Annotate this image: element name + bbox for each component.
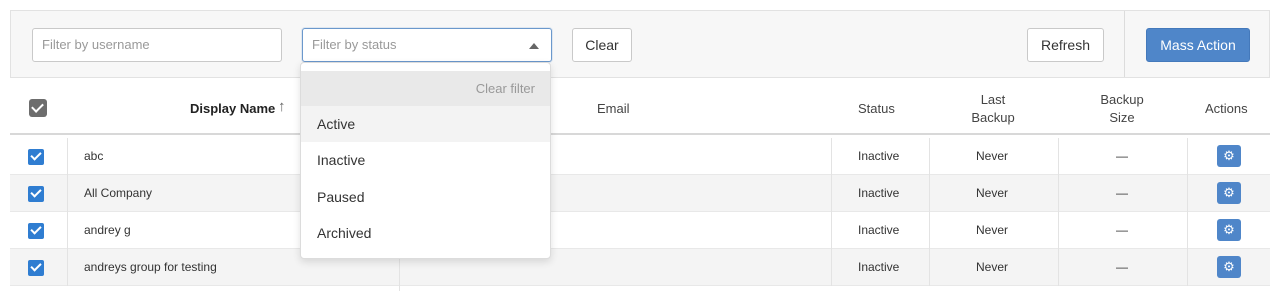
row-status: Inactive [858,260,900,274]
table-row[interactable]: andrey g Inactive Never — ⚙ [10,212,1270,249]
column-status[interactable]: Status [858,101,895,116]
row-last-backup: Never [976,149,1009,163]
row-display-name: andreys group for testing [84,260,217,274]
refresh-button[interactable]: Refresh [1027,28,1104,62]
sort-ascending-icon[interactable]: ↑ [278,98,286,115]
row-last-backup: Never [976,186,1009,200]
status-filter-placeholder: Filter by status [312,37,397,52]
row-checkbox[interactable] [28,186,44,202]
gear-icon: ⚙ [1223,148,1235,163]
row-display-name: andrey g [84,223,131,237]
username-filter-input[interactable]: Filter by username [32,28,282,62]
status-option-archived[interactable]: Archived [301,215,550,251]
row-status: Inactive [858,186,900,200]
status-option-inactive[interactable]: Inactive [301,142,550,178]
row-checkbox[interactable] [28,149,44,165]
row-display-name: All Company [84,186,153,200]
row-last-backup: Never [976,260,1009,274]
clear-filter-option[interactable]: Clear filter [301,71,550,106]
gear-icon: ⚙ [1223,222,1235,237]
toolbar-divider [1124,11,1125,77]
column-last-backup[interactable]: Last Backup [963,91,1023,127]
table-header: Display Name ↑ Email Status Last Backup … [10,78,1270,135]
mass-action-button[interactable]: Mass Action [1146,28,1250,62]
row-status: Inactive [858,223,900,237]
status-dropdown-menu: Clear filter Active Inactive Paused Arch… [300,62,551,259]
select-all-checkbox[interactable] [29,99,47,117]
row-status: Inactive [858,149,900,163]
status-option-paused[interactable]: Paused [301,179,550,215]
gear-icon: ⚙ [1223,259,1235,274]
table-row[interactable]: andreys group for testing Inactive Never… [10,249,1270,286]
status-filter-select[interactable]: Filter by status [302,28,552,62]
row-checkbox[interactable] [28,260,44,276]
users-page: Display Name ↑ Email Status Last Backup … [0,0,1278,291]
status-option-active[interactable]: Active [301,106,550,142]
row-backup-size: — [1116,149,1128,163]
filter-toolbar: Filter by username Filter by status Clea… [10,10,1270,78]
row-settings-button[interactable]: ⚙ [1217,219,1241,241]
row-settings-button[interactable]: ⚙ [1217,145,1241,167]
row-backup-size: — [1116,260,1128,274]
row-settings-button[interactable]: ⚙ [1217,256,1241,278]
column-email[interactable]: Email [597,101,630,116]
column-display-name[interactable]: Display Name [190,101,275,116]
row-display-name: abc [84,149,104,163]
clear-button[interactable]: Clear [572,28,632,62]
table-row[interactable]: All Company Inactive Never — ⚙ [10,175,1270,212]
table-row[interactable]: abc Inactive Never — ⚙ [10,138,1270,175]
caret-up-icon[interactable] [529,43,539,49]
gear-icon: ⚙ [1223,185,1235,200]
column-backup-size[interactable]: Backup Size [1092,91,1152,127]
row-last-backup: Never [976,223,1009,237]
row-checkbox[interactable] [28,223,44,239]
row-settings-button[interactable]: ⚙ [1217,182,1241,204]
row-backup-size: — [1116,223,1128,237]
row-backup-size: — [1116,186,1128,200]
column-actions: Actions [1205,101,1248,116]
